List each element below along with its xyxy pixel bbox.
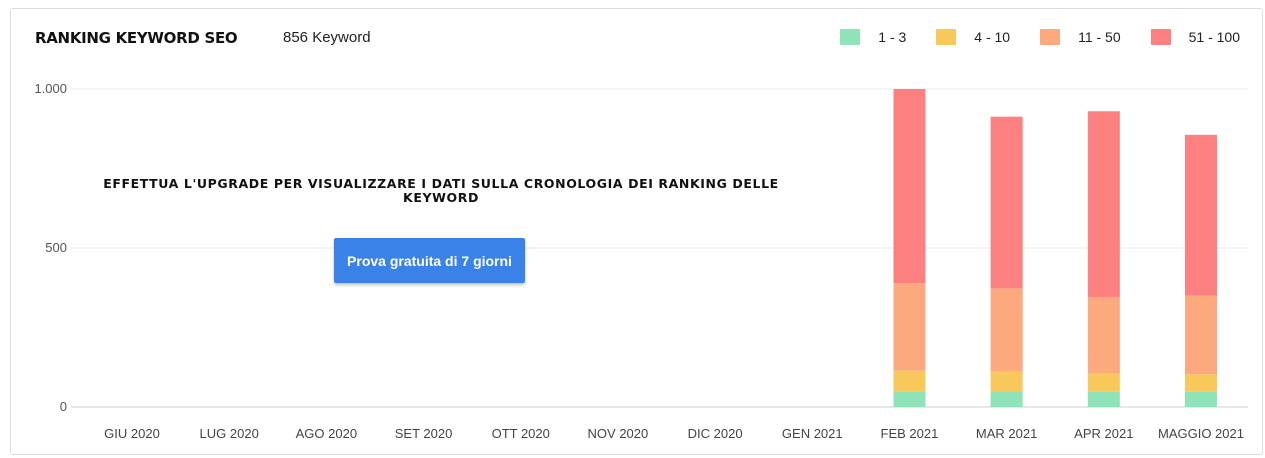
x-tick-label: APR 2021 (1074, 426, 1133, 441)
x-tick-label: LUG 2020 (200, 426, 259, 441)
bar-segment[interactable] (1185, 374, 1217, 392)
x-tick-label: OTT 2020 (492, 426, 550, 441)
bar-segment[interactable] (1087, 297, 1120, 374)
x-tick-label: NOV 2020 (588, 426, 649, 441)
x-tick-label: GEN 2021 (782, 426, 843, 441)
x-tick-label: AGO 2020 (296, 426, 357, 441)
bar-segment[interactable] (893, 89, 926, 284)
x-tick-label: MAGGIO 2021 (1158, 426, 1244, 441)
x-tick-label: MAR 2021 (976, 426, 1037, 441)
keyword-ranking-card: RANKING KEYWORD SEO 856 Keyword 1 - 34 -… (10, 8, 1263, 455)
stacked-bar-chart: 0 500 1.000 GIU 2020 LUG 2020 AGO 2020 SET 202… (34, 81, 1248, 441)
bar-segment[interactable] (990, 391, 1023, 407)
y-tick-label: 1.000 (34, 81, 67, 96)
bar-segment[interactable] (893, 370, 926, 392)
bar-segment[interactable] (893, 391, 926, 407)
x-tick-label: FEB 2021 (881, 426, 939, 441)
bar-segment[interactable] (893, 283, 926, 371)
y-tick-label: 0 (60, 399, 67, 414)
bar-segment[interactable] (1087, 373, 1120, 392)
x-tick-label: DIC 2020 (688, 426, 743, 441)
bar-segment[interactable] (990, 116, 1023, 289)
x-tick-label: SET 2020 (395, 426, 453, 441)
bar-segment[interactable] (1087, 111, 1120, 298)
x-tick-label: GIU 2020 (104, 426, 160, 441)
free-trial-button[interactable]: Prova gratuita di 7 giorni (334, 238, 525, 283)
bar-segment[interactable] (990, 288, 1023, 372)
upgrade-message: EFFETTUA L'UPGRADE PER VISUALIZZARE I DA… (103, 176, 779, 205)
bar-segment[interactable] (1185, 391, 1217, 407)
bar-segment[interactable] (1185, 134, 1217, 296)
bar-segment[interactable] (990, 371, 1023, 392)
bar-segment[interactable] (1087, 391, 1120, 407)
y-tick-label: 500 (45, 240, 67, 255)
bar-segment[interactable] (1185, 295, 1217, 375)
